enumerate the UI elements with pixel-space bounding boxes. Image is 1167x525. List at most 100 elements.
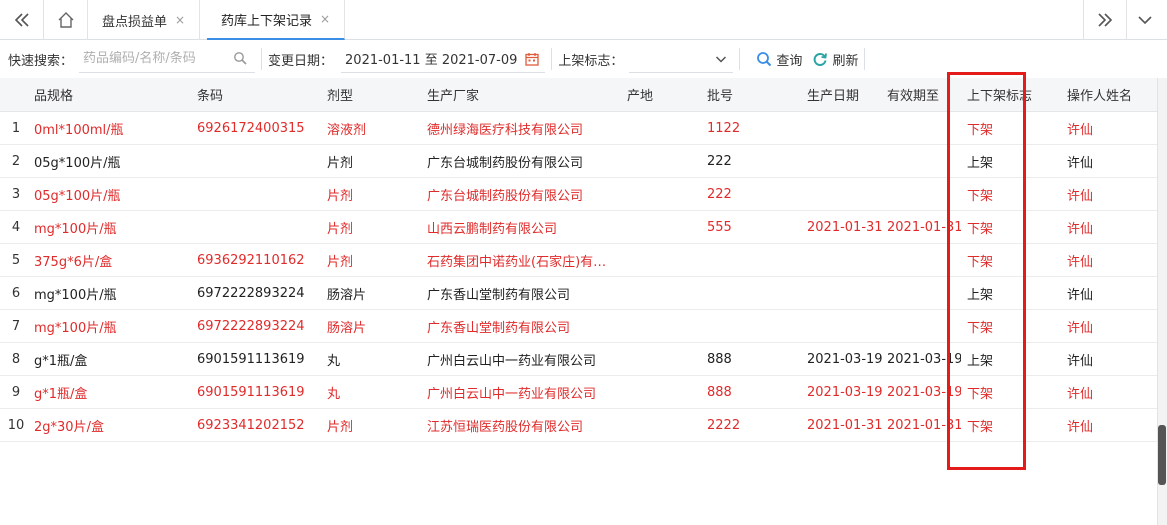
cell-prod-date xyxy=(807,310,882,342)
divider xyxy=(739,48,741,70)
cell-origin xyxy=(627,277,702,309)
tab-inventory-adjustment[interactable]: 盘点损益单 × xyxy=(88,0,201,40)
cell-origin xyxy=(627,310,702,342)
cell-barcode: 6901591113619 xyxy=(197,351,305,367)
cell-manufacturer: 广州白云山中一药业有限公司 xyxy=(427,386,597,402)
scrollbar-thumb[interactable] xyxy=(1158,425,1166,485)
cell-prod-date: 2021-03-19 xyxy=(807,384,882,400)
cell-prod-date xyxy=(807,145,882,177)
header-origin[interactable]: 产地 xyxy=(627,78,702,111)
cell-prod-date xyxy=(807,112,882,144)
cell-manufacturer: 广东香山堂制药有限公司 xyxy=(427,287,571,303)
date-range-value: 2021-01-11 至 2021-07-09 xyxy=(345,53,518,68)
cell-spec: 05g*100片/瓶 xyxy=(34,188,121,204)
cell-operator: 许仙 xyxy=(1067,254,1094,270)
cell-origin xyxy=(627,376,702,408)
cell-origin xyxy=(627,409,702,441)
refresh-button[interactable]: 刷新 xyxy=(812,50,858,69)
divider xyxy=(261,48,263,70)
cell-form: 丸 xyxy=(327,386,341,402)
header-manufacturer[interactable]: 生产厂家 xyxy=(427,78,622,111)
query-button[interactable]: 查询 xyxy=(756,50,802,69)
collapse-tabs-button[interactable] xyxy=(0,0,44,40)
cell-barcode: 6972222893224 xyxy=(197,285,305,301)
quick-search-label: 快速搜索： xyxy=(8,53,74,69)
header-spec[interactable]: 品规格 xyxy=(34,78,194,111)
cell-origin xyxy=(627,244,702,276)
change-date-label: 变更日期： xyxy=(268,53,334,69)
row-index: 9 xyxy=(11,384,21,400)
header-prod-date[interactable]: 生产日期 xyxy=(807,78,882,111)
cell-batch xyxy=(707,310,802,342)
cell-barcode: 6936292110162 xyxy=(197,252,305,268)
cell-manufacturer: 广东台城制药股份有限公司 xyxy=(427,188,584,204)
shelf-flag-select[interactable] xyxy=(629,45,734,73)
cell-form: 片剂 xyxy=(327,419,354,435)
cell-spec: 2g*30片/盒 xyxy=(34,419,104,435)
header-index xyxy=(0,78,32,111)
tab-label: 盘点损益单 xyxy=(102,14,168,30)
date-range-picker[interactable]: 2021-01-11 至 2021-07-09 xyxy=(341,45,546,73)
row-index: 1 xyxy=(11,120,21,136)
header-operator[interactable]: 操作人姓名 xyxy=(1067,78,1157,111)
row-index: 10 xyxy=(7,417,25,433)
search-input[interactable] xyxy=(79,51,228,66)
tab-bar: 盘点损益单 × 药库上下架记录 × xyxy=(0,0,1167,40)
cell-form: 溶液剂 xyxy=(327,122,367,138)
divider xyxy=(551,48,553,70)
header-barcode[interactable]: 条码 xyxy=(197,78,322,111)
row-index: 7 xyxy=(11,318,21,334)
cell-spec: 0ml*100ml/瓶 xyxy=(34,122,124,138)
cell-manufacturer: 广东台城制药股份有限公司 xyxy=(427,155,584,171)
refresh-icon xyxy=(814,53,828,66)
cell-operator: 许仙 xyxy=(1067,287,1094,303)
cell-operator: 许仙 xyxy=(1067,353,1094,369)
tab-shelf-records[interactable]: 药库上下架记录 × xyxy=(207,0,346,40)
tab-menu-button[interactable] xyxy=(1123,0,1167,40)
highlight-box xyxy=(947,72,1026,470)
cell-prod-date: 2021-01-31 xyxy=(807,417,882,433)
cell-form: 片剂 xyxy=(327,188,354,204)
cell-prod-date xyxy=(807,178,882,210)
close-tab-icon[interactable]: × xyxy=(320,12,330,26)
cell-prod-date xyxy=(807,244,882,276)
chevron-down-icon xyxy=(1138,16,1152,25)
tab-label: 药库上下架记录 xyxy=(221,13,313,29)
cell-barcode: 6901591113619 xyxy=(197,384,305,400)
cell-form: 片剂 xyxy=(327,155,354,171)
cell-spec: 05g*100片/瓶 xyxy=(34,155,121,171)
row-index: 4 xyxy=(11,219,21,235)
cell-form: 丸 xyxy=(327,353,341,369)
double-chevron-right-icon xyxy=(1098,13,1113,27)
cell-barcode xyxy=(197,145,322,177)
cell-origin xyxy=(627,178,702,210)
cell-barcode: 6923341202152 xyxy=(197,417,305,433)
cell-form: 肠溶片 xyxy=(327,287,367,303)
cell-manufacturer: 江苏恒瑞医药股份有限公司 xyxy=(427,419,584,435)
search-icon xyxy=(757,52,772,67)
search-icon[interactable] xyxy=(233,51,247,65)
chevron-down-icon xyxy=(716,55,727,63)
cell-operator: 许仙 xyxy=(1067,320,1094,336)
cell-manufacturer: 石药集团中诺药业(石家庄)有… xyxy=(427,254,607,270)
cell-spec: g*1瓶/盒 xyxy=(34,386,88,402)
row-index: 2 xyxy=(11,153,21,169)
cell-origin xyxy=(627,343,702,375)
double-chevron-left-icon xyxy=(14,13,29,27)
row-index: 3 xyxy=(11,186,21,202)
close-tab-icon[interactable]: × xyxy=(175,13,185,27)
header-batch[interactable]: 批号 xyxy=(707,78,802,111)
cell-batch: 222 xyxy=(707,153,732,169)
home-icon xyxy=(58,12,73,28)
header-form[interactable]: 剂型 xyxy=(327,78,422,111)
cell-manufacturer: 广州白云山中一药业有限公司 xyxy=(427,353,597,369)
cell-origin xyxy=(627,211,702,243)
cell-manufacturer: 德州绿海医疗科技有限公司 xyxy=(427,122,584,138)
home-button[interactable] xyxy=(44,0,88,40)
cell-barcode xyxy=(197,178,322,210)
cell-batch: 2222 xyxy=(707,417,741,433)
calendar-icon[interactable] xyxy=(525,52,540,66)
cell-manufacturer: 广东香山堂制药有限公司 xyxy=(427,320,571,336)
scroll-tabs-right-button[interactable] xyxy=(1083,0,1127,40)
cell-barcode: 6972222893224 xyxy=(197,318,305,334)
